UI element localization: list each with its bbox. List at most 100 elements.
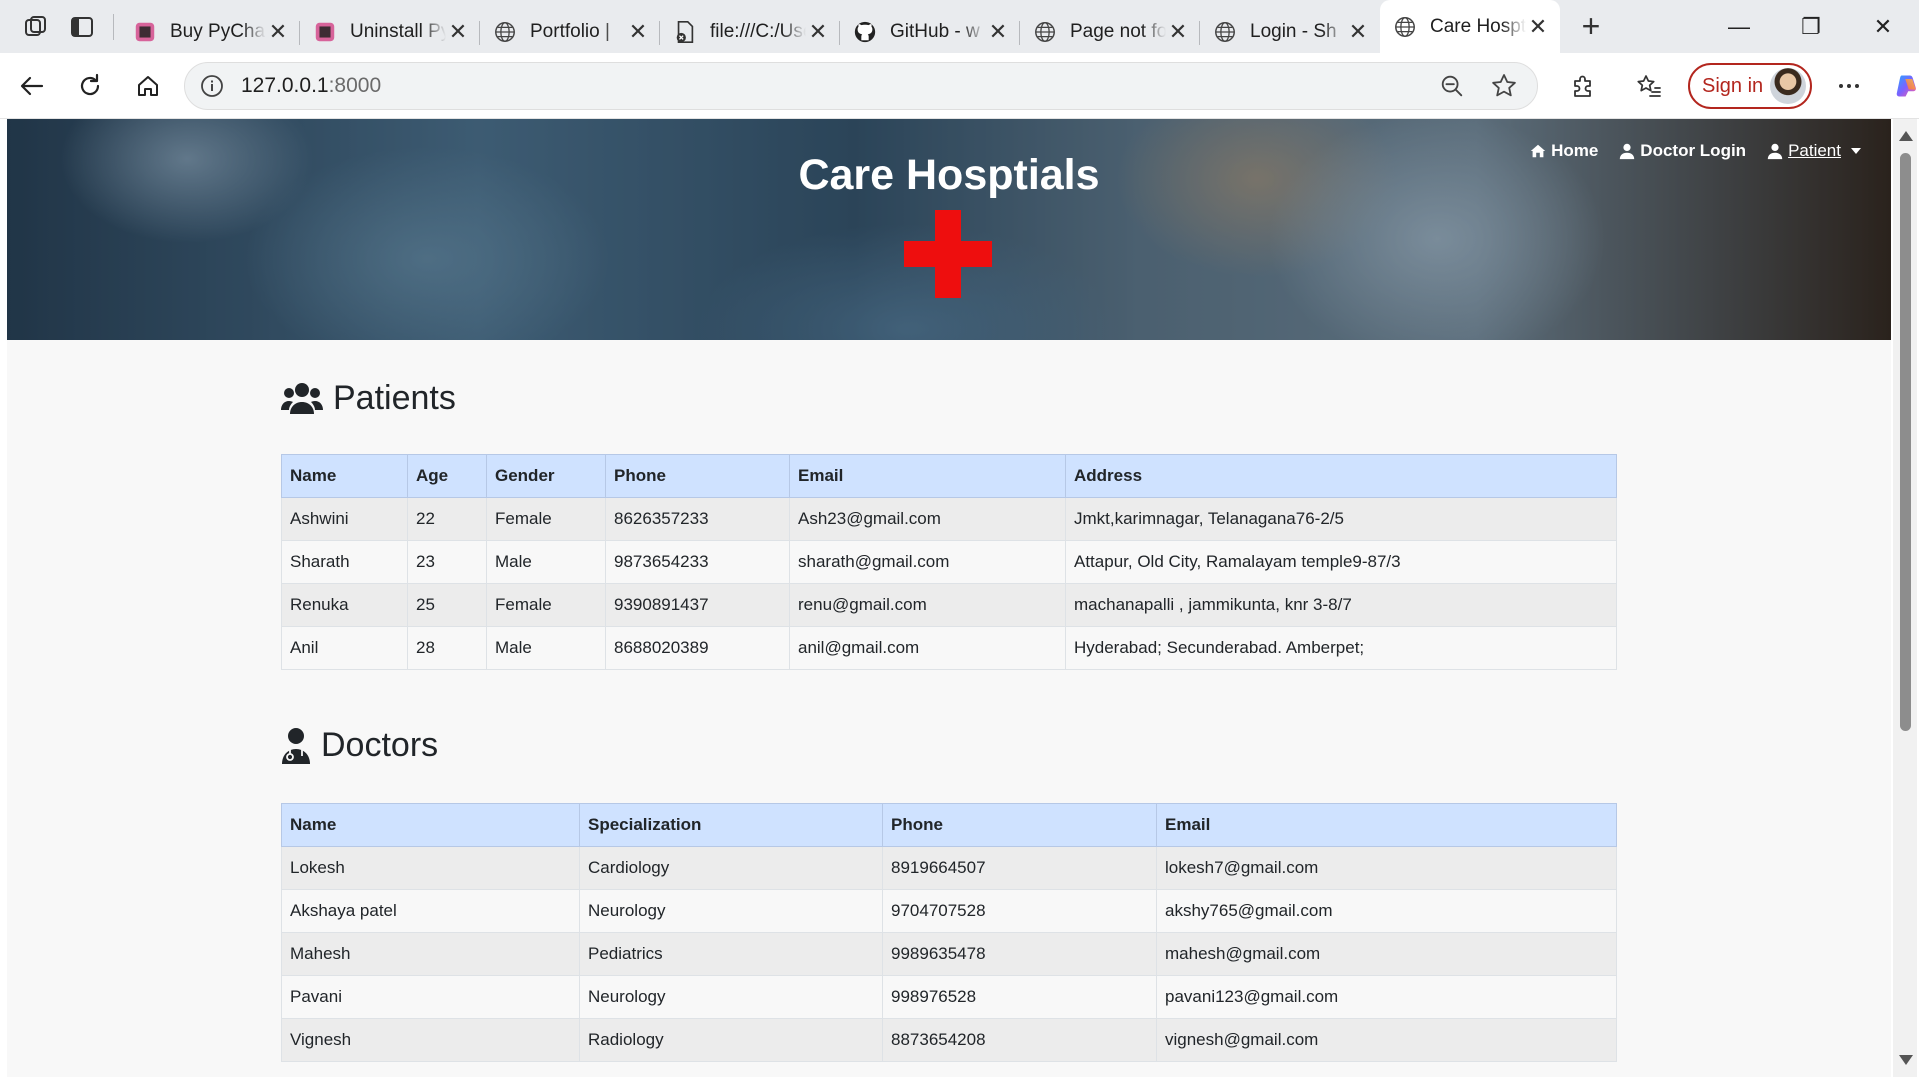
table-cell: machanapalli , jammikunta, knr 3-8/7 <box>1065 583 1617 627</box>
browser-tab[interactable]: Care Hosptials✕ <box>1380 0 1560 53</box>
file-error-icon <box>672 19 698 45</box>
tabstrip-divider <box>113 13 114 40</box>
nav-patient-dropdown[interactable]: Patient <box>1766 141 1861 161</box>
close-tab-icon[interactable]: ✕ <box>1166 19 1190 44</box>
table-row: Lokesh Cardiology 8919664507 lokesh7@gmail.… <box>281 846 1617 890</box>
caret-down-icon <box>1851 148 1861 154</box>
table-cell: Male <box>486 540 606 584</box>
column-header: Address <box>1065 454 1617 498</box>
page-viewport: Care Hosptials Home Doctor Login Patient <box>7 119 1891 1077</box>
settings-menu-button[interactable] <box>1824 62 1874 110</box>
close-window-button[interactable]: ✕ <box>1847 0 1919 53</box>
pycharm-icon <box>132 19 158 45</box>
table-cell: Male <box>486 626 606 670</box>
globe-icon <box>1212 19 1238 45</box>
patients-title: Patients <box>333 379 456 417</box>
hero-banner: Care Hosptials Home Doctor Login Patient <box>7 119 1891 340</box>
browser-tab[interactable]: file:///C:/Users✕ <box>660 11 840 53</box>
close-tab-icon[interactable]: ✕ <box>446 19 470 44</box>
home-button[interactable] <box>122 60 174 112</box>
tab-title: Page not found <box>1070 21 1166 42</box>
browser-tab[interactable]: Page not found✕ <box>1020 11 1200 53</box>
browser-tab[interactable]: Buy PyCharm✕ <box>120 11 300 53</box>
table-cell: 8919664507 <box>882 846 1157 890</box>
table-cell: 9390891437 <box>605 583 790 627</box>
site-info-icon[interactable] <box>197 71 227 101</box>
column-header: Phone <box>882 803 1157 847</box>
table-cell: mahesh@gmail.com <box>1156 932 1617 976</box>
column-header: Age <box>407 454 487 498</box>
scroll-down-arrow[interactable] <box>1899 1055 1913 1065</box>
close-tab-icon[interactable]: ✕ <box>266 19 290 44</box>
table-cell: 8688020389 <box>605 626 790 670</box>
patients-table: Name Age Gender Phone Email Address Ashwini 22… <box>281 454 1617 670</box>
table-cell: anil@gmail.com <box>789 626 1066 670</box>
table-row: Ashwini 22 Female 8626357233 Ash23@gmail.com… <box>281 497 1617 541</box>
scroll-thumb[interactable] <box>1900 153 1911 731</box>
table-cell: 8873654208 <box>882 1018 1157 1062</box>
table-cell: pavani123@gmail.com <box>1156 975 1617 1019</box>
globe-icon <box>1032 19 1058 45</box>
tab-title: file:///C:/Users <box>710 21 806 42</box>
table-row: Mahesh Pediatrics 9989635478 mahesh@gmail.c… <box>281 932 1617 976</box>
house-icon <box>1530 144 1546 158</box>
browser-tab[interactable]: Portfolio | ✕ <box>480 11 660 53</box>
table-cell: Female <box>486 497 606 541</box>
globe-icon <box>1392 14 1418 40</box>
table-cell: Ash23@gmail.com <box>789 497 1066 541</box>
tab-title: Login - Sh <box>1250 21 1337 42</box>
user-doctor-icon <box>1620 143 1635 160</box>
minimize-button[interactable]: — <box>1703 0 1775 53</box>
favorite-star-icon[interactable] <box>1489 71 1519 101</box>
profile-avatar <box>1770 68 1806 104</box>
browser-tab[interactable]: GitHub - w ✕ <box>840 11 1020 53</box>
table-cell: 23 <box>407 540 487 584</box>
close-tab-icon[interactable]: ✕ <box>1526 14 1550 39</box>
table-cell: 9704707528 <box>882 889 1157 933</box>
tab-actions-icon[interactable] <box>61 6 103 48</box>
favorites-button[interactable] <box>1624 62 1674 110</box>
table-cell: Sharath <box>281 540 408 584</box>
new-tab-button[interactable]: + <box>1566 6 1616 48</box>
nav-home-link[interactable]: Home <box>1529 141 1598 161</box>
browser-tab[interactable]: Login - Sh ✕ <box>1200 11 1380 53</box>
user-icon <box>1767 143 1783 160</box>
table-cell: Lokesh <box>281 846 580 890</box>
table-cell: Hyderabad; Secunderabad. Amberpet; <box>1065 626 1617 670</box>
tab-strip: Buy PyCharm✕Uninstall PyCharm✕Portfolio … <box>0 0 1919 53</box>
top-navigation: Home Doctor Login Patient <box>1529 141 1861 161</box>
reload-button[interactable] <box>64 60 116 112</box>
sign-in-button[interactable]: Sign in <box>1688 63 1812 109</box>
restore-button[interactable]: ❐ <box>1775 0 1847 53</box>
nav-doctor-login-link[interactable]: Doctor Login <box>1618 141 1746 161</box>
close-tab-icon[interactable]: ✕ <box>626 19 650 44</box>
browser-tab[interactable]: Uninstall PyCharm✕ <box>300 11 480 53</box>
table-cell: Mahesh <box>281 932 580 976</box>
nav-home-label: Home <box>1551 141 1599 160</box>
table-cell: Renuka <box>281 583 408 627</box>
back-button[interactable] <box>6 60 58 112</box>
address-bar[interactable]: 127.0.0.1:8000 <box>184 62 1538 110</box>
close-tab-icon[interactable]: ✕ <box>806 19 830 44</box>
scroll-up-arrow[interactable] <box>1899 131 1913 141</box>
table-cell: lokesh7@gmail.com <box>1156 846 1617 890</box>
table-cell: 9989635478 <box>882 932 1157 976</box>
table-cell: Pavani <box>281 975 580 1019</box>
column-header: Gender <box>486 454 606 498</box>
copilot-button[interactable] <box>1882 62 1919 110</box>
nav-doctor-login-label: Doctor Login <box>1640 141 1747 160</box>
table-cell: vignesh@gmail.com <box>1156 1018 1617 1062</box>
page-scrollbar[interactable] <box>1893 119 1917 1077</box>
table-row: Sharath 23 Male 9873654233 sharath@gmail.com… <box>281 540 1617 584</box>
table-cell: akshy765@gmail.com <box>1156 889 1617 933</box>
globe-icon <box>492 19 518 45</box>
close-tab-icon[interactable]: ✕ <box>986 19 1010 44</box>
table-cell: Cardiology <box>579 846 883 890</box>
close-tab-icon[interactable]: ✕ <box>1346 19 1370 44</box>
users-group-icon <box>281 382 323 414</box>
table-cell: Female <box>486 583 606 627</box>
zoom-out-icon[interactable] <box>1437 71 1467 101</box>
column-header: Phone <box>605 454 790 498</box>
extensions-button[interactable] <box>1558 62 1608 110</box>
workspaces-icon[interactable] <box>15 6 57 48</box>
